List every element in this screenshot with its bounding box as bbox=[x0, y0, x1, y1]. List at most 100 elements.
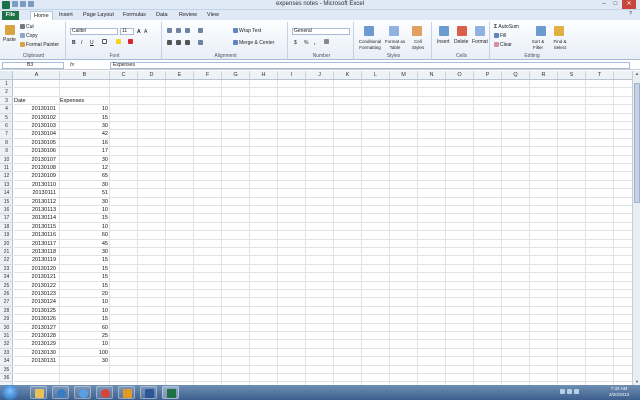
row-header[interactable]: 16 bbox=[0, 206, 13, 215]
taskbar-chrome[interactable] bbox=[96, 386, 113, 399]
grow-font-button[interactable]: A bbox=[137, 29, 141, 35]
scroll-thumb[interactable] bbox=[634, 83, 640, 203]
expense-cell[interactable]: 100 bbox=[60, 349, 109, 357]
column-header[interactable]: O bbox=[446, 71, 474, 79]
expense-cell[interactable]: 65 bbox=[60, 172, 109, 180]
find-select-button[interactable]: Find & Select bbox=[549, 39, 571, 51]
column-header[interactable]: S bbox=[558, 71, 586, 79]
align-right-button[interactable] bbox=[185, 40, 191, 46]
row-header[interactable]: 9 bbox=[0, 147, 13, 156]
expense-cell[interactable]: 30 bbox=[60, 156, 109, 164]
date-cell[interactable]: 20130110 bbox=[14, 181, 59, 189]
expense-cell[interactable]: 30 bbox=[60, 357, 109, 365]
row-header[interactable]: 10 bbox=[0, 156, 13, 164]
italic-button[interactable]: I bbox=[81, 40, 82, 46]
format-button[interactable]: Format bbox=[472, 39, 488, 45]
expense-cell[interactable]: 25 bbox=[60, 332, 109, 340]
row-header[interactable]: 36 bbox=[0, 374, 13, 383]
start-button[interactable] bbox=[2, 385, 18, 400]
font-color-button[interactable] bbox=[128, 39, 134, 45]
expense-cell[interactable]: 15 bbox=[60, 214, 109, 222]
tab-page-layout[interactable]: Page Layout bbox=[80, 11, 117, 20]
expense-cell[interactable]: 15 bbox=[60, 273, 109, 281]
taskbar-explorer[interactable] bbox=[30, 386, 47, 399]
cell-styles-button[interactable]: Cell Styles bbox=[408, 39, 428, 51]
taskbar-media[interactable] bbox=[52, 386, 69, 399]
date-cell[interactable]: 20130102 bbox=[14, 114, 59, 122]
date-cell[interactable]: 20130131 bbox=[14, 357, 59, 365]
row-header[interactable]: 23 bbox=[0, 265, 13, 274]
row-header[interactable]: 11 bbox=[0, 164, 13, 173]
worksheet-grid[interactable]: Date Expenses 20130101 10 20130102 15 201301… bbox=[14, 80, 632, 385]
date-cell[interactable]: 20130130 bbox=[14, 349, 59, 357]
tab-review[interactable]: Review bbox=[176, 11, 200, 20]
column-header[interactable]: R bbox=[530, 71, 558, 79]
date-cell[interactable]: 20130108 bbox=[14, 164, 59, 172]
row-header[interactable]: 7 bbox=[0, 130, 13, 139]
align-bottom-button[interactable] bbox=[185, 28, 191, 34]
tab-view[interactable]: View bbox=[204, 11, 222, 20]
row-header[interactable]: 32 bbox=[0, 340, 13, 349]
row-header[interactable]: 24 bbox=[0, 273, 13, 282]
date-cell[interactable]: 20130104 bbox=[14, 130, 59, 138]
date-cell[interactable]: 20130125 bbox=[14, 307, 59, 315]
row-header[interactable]: 29 bbox=[0, 315, 13, 324]
column-header[interactable]: E bbox=[166, 71, 194, 79]
expense-cell[interactable]: 15 bbox=[60, 256, 109, 264]
shrink-font-button[interactable]: A bbox=[144, 29, 147, 35]
minimize-button[interactable]: – bbox=[599, 0, 609, 9]
taskbar-excel[interactable] bbox=[162, 386, 179, 399]
expense-cell[interactable]: 45 bbox=[60, 240, 109, 248]
row-header[interactable]: 21 bbox=[0, 248, 13, 257]
align-top-button[interactable] bbox=[167, 28, 173, 34]
expense-cell[interactable]: 12 bbox=[60, 164, 109, 172]
row-header[interactable]: 3 bbox=[0, 97, 13, 106]
cut-button[interactable]: Cut bbox=[20, 24, 34, 30]
number-format-field[interactable]: General bbox=[292, 28, 350, 35]
wrap-text-button[interactable]: Wrap Text bbox=[233, 28, 261, 34]
expense-cell[interactable]: 30 bbox=[60, 181, 109, 189]
expense-cell[interactable]: 10 bbox=[60, 340, 109, 348]
date-cell[interactable]: 20130116 bbox=[14, 231, 59, 239]
percent-button[interactable]: % bbox=[304, 40, 308, 46]
column-header[interactable]: Q bbox=[502, 71, 530, 79]
comma-button[interactable]: , bbox=[314, 40, 315, 46]
row-header[interactable]: 28 bbox=[0, 307, 13, 316]
row-header[interactable]: 20 bbox=[0, 240, 13, 248]
date-cell[interactable]: 20130124 bbox=[14, 298, 59, 306]
taskbar-ie[interactable] bbox=[74, 386, 91, 399]
format-as-table-button[interactable]: Format as Table bbox=[384, 39, 406, 51]
font-size-field[interactable]: 11 bbox=[120, 28, 134, 35]
expense-cell[interactable]: 60 bbox=[60, 231, 109, 239]
tab-file[interactable]: File bbox=[2, 11, 19, 20]
row-header[interactable]: 17 bbox=[0, 214, 13, 223]
row-header[interactable]: 35 bbox=[0, 366, 13, 374]
column-header[interactable]: P bbox=[474, 71, 502, 79]
column-header[interactable]: I bbox=[278, 71, 306, 79]
row-header[interactable]: 34 bbox=[0, 357, 13, 366]
conditional-formatting-button[interactable]: Conditional Formatting bbox=[356, 39, 384, 51]
expense-cell[interactable]: 30 bbox=[60, 198, 109, 206]
row-header[interactable]: 18 bbox=[0, 223, 13, 232]
network-icon[interactable] bbox=[567, 389, 572, 394]
date-cell[interactable]: 20130113 bbox=[14, 206, 59, 214]
row-header[interactable]: 12 bbox=[0, 172, 13, 181]
expense-cell[interactable]: 10 bbox=[60, 206, 109, 214]
name-box[interactable]: B3 bbox=[2, 62, 64, 69]
fill-color-button[interactable] bbox=[116, 39, 122, 45]
date-cell[interactable]: 20130115 bbox=[14, 223, 59, 231]
column-header[interactable]: L bbox=[362, 71, 390, 79]
volume-icon[interactable] bbox=[574, 389, 579, 394]
decrease-indent-button[interactable] bbox=[198, 40, 204, 46]
tab-formulas[interactable]: Formulas bbox=[120, 11, 149, 20]
date-cell[interactable]: 20130114 bbox=[14, 214, 59, 222]
align-center-button[interactable] bbox=[176, 40, 182, 46]
row-header[interactable]: 26 bbox=[0, 290, 13, 299]
date-cell[interactable]: 20130109 bbox=[14, 172, 59, 180]
date-cell[interactable]: 20130105 bbox=[14, 139, 59, 147]
date-cell[interactable]: 20130107 bbox=[14, 156, 59, 164]
underline-button[interactable]: U bbox=[90, 40, 94, 46]
expense-cell[interactable]: 17 bbox=[60, 147, 109, 155]
row-header[interactable]: 13 bbox=[0, 181, 13, 190]
format-painter-button[interactable]: Format Painter bbox=[20, 42, 59, 48]
